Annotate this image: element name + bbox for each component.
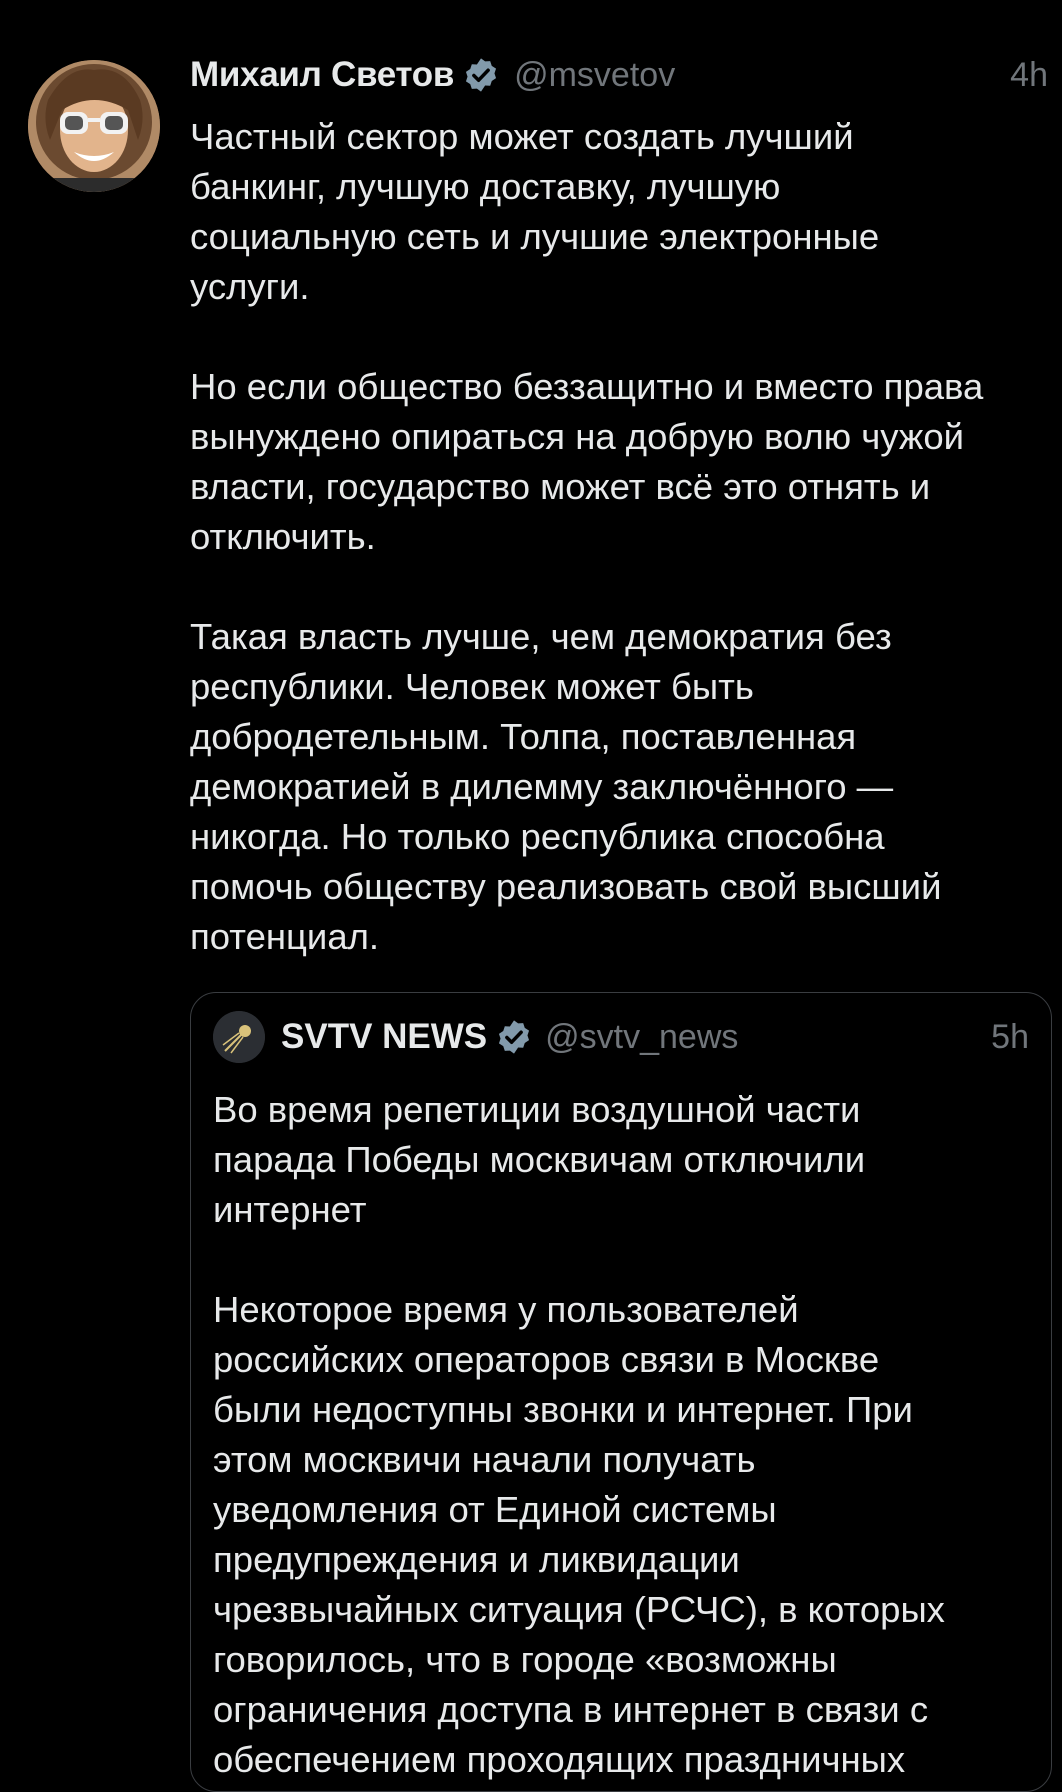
quoted-tweet-text: Во время репетиции воздушной части парад… xyxy=(213,1089,945,1780)
author-name[interactable]: Михаил Светов xyxy=(190,55,454,95)
quoted-tweet-time[interactable]: 5h xyxy=(991,1018,1029,1057)
quoted-author-name[interactable]: SVTV NEWS xyxy=(281,1017,487,1057)
quoted-tweet[interactable]: SVTV NEWS @svtv_news 5h Во время репетиц… xyxy=(190,992,1052,1792)
tweet-text: Частный сектор может создать лучший банк… xyxy=(190,116,984,957)
quoted-tweet-header: SVTV NEWS @svtv_news 5h xyxy=(213,1009,1029,1065)
satellite-icon[interactable] xyxy=(213,1011,265,1063)
tweet[interactable]: Михаил Светов @msvetov 4h Частный сектор… xyxy=(0,0,1062,1792)
verified-badge-icon xyxy=(462,56,500,94)
author-avatar[interactable] xyxy=(28,60,160,192)
tweet-header: Михаил Светов @msvetov 4h xyxy=(190,50,1048,100)
quoted-author-handle[interactable]: @svtv_news xyxy=(545,1018,738,1057)
verified-badge-icon xyxy=(495,1018,533,1056)
author-handle[interactable]: @msvetov xyxy=(514,56,675,95)
tweet-time[interactable]: 4h xyxy=(1010,56,1048,95)
